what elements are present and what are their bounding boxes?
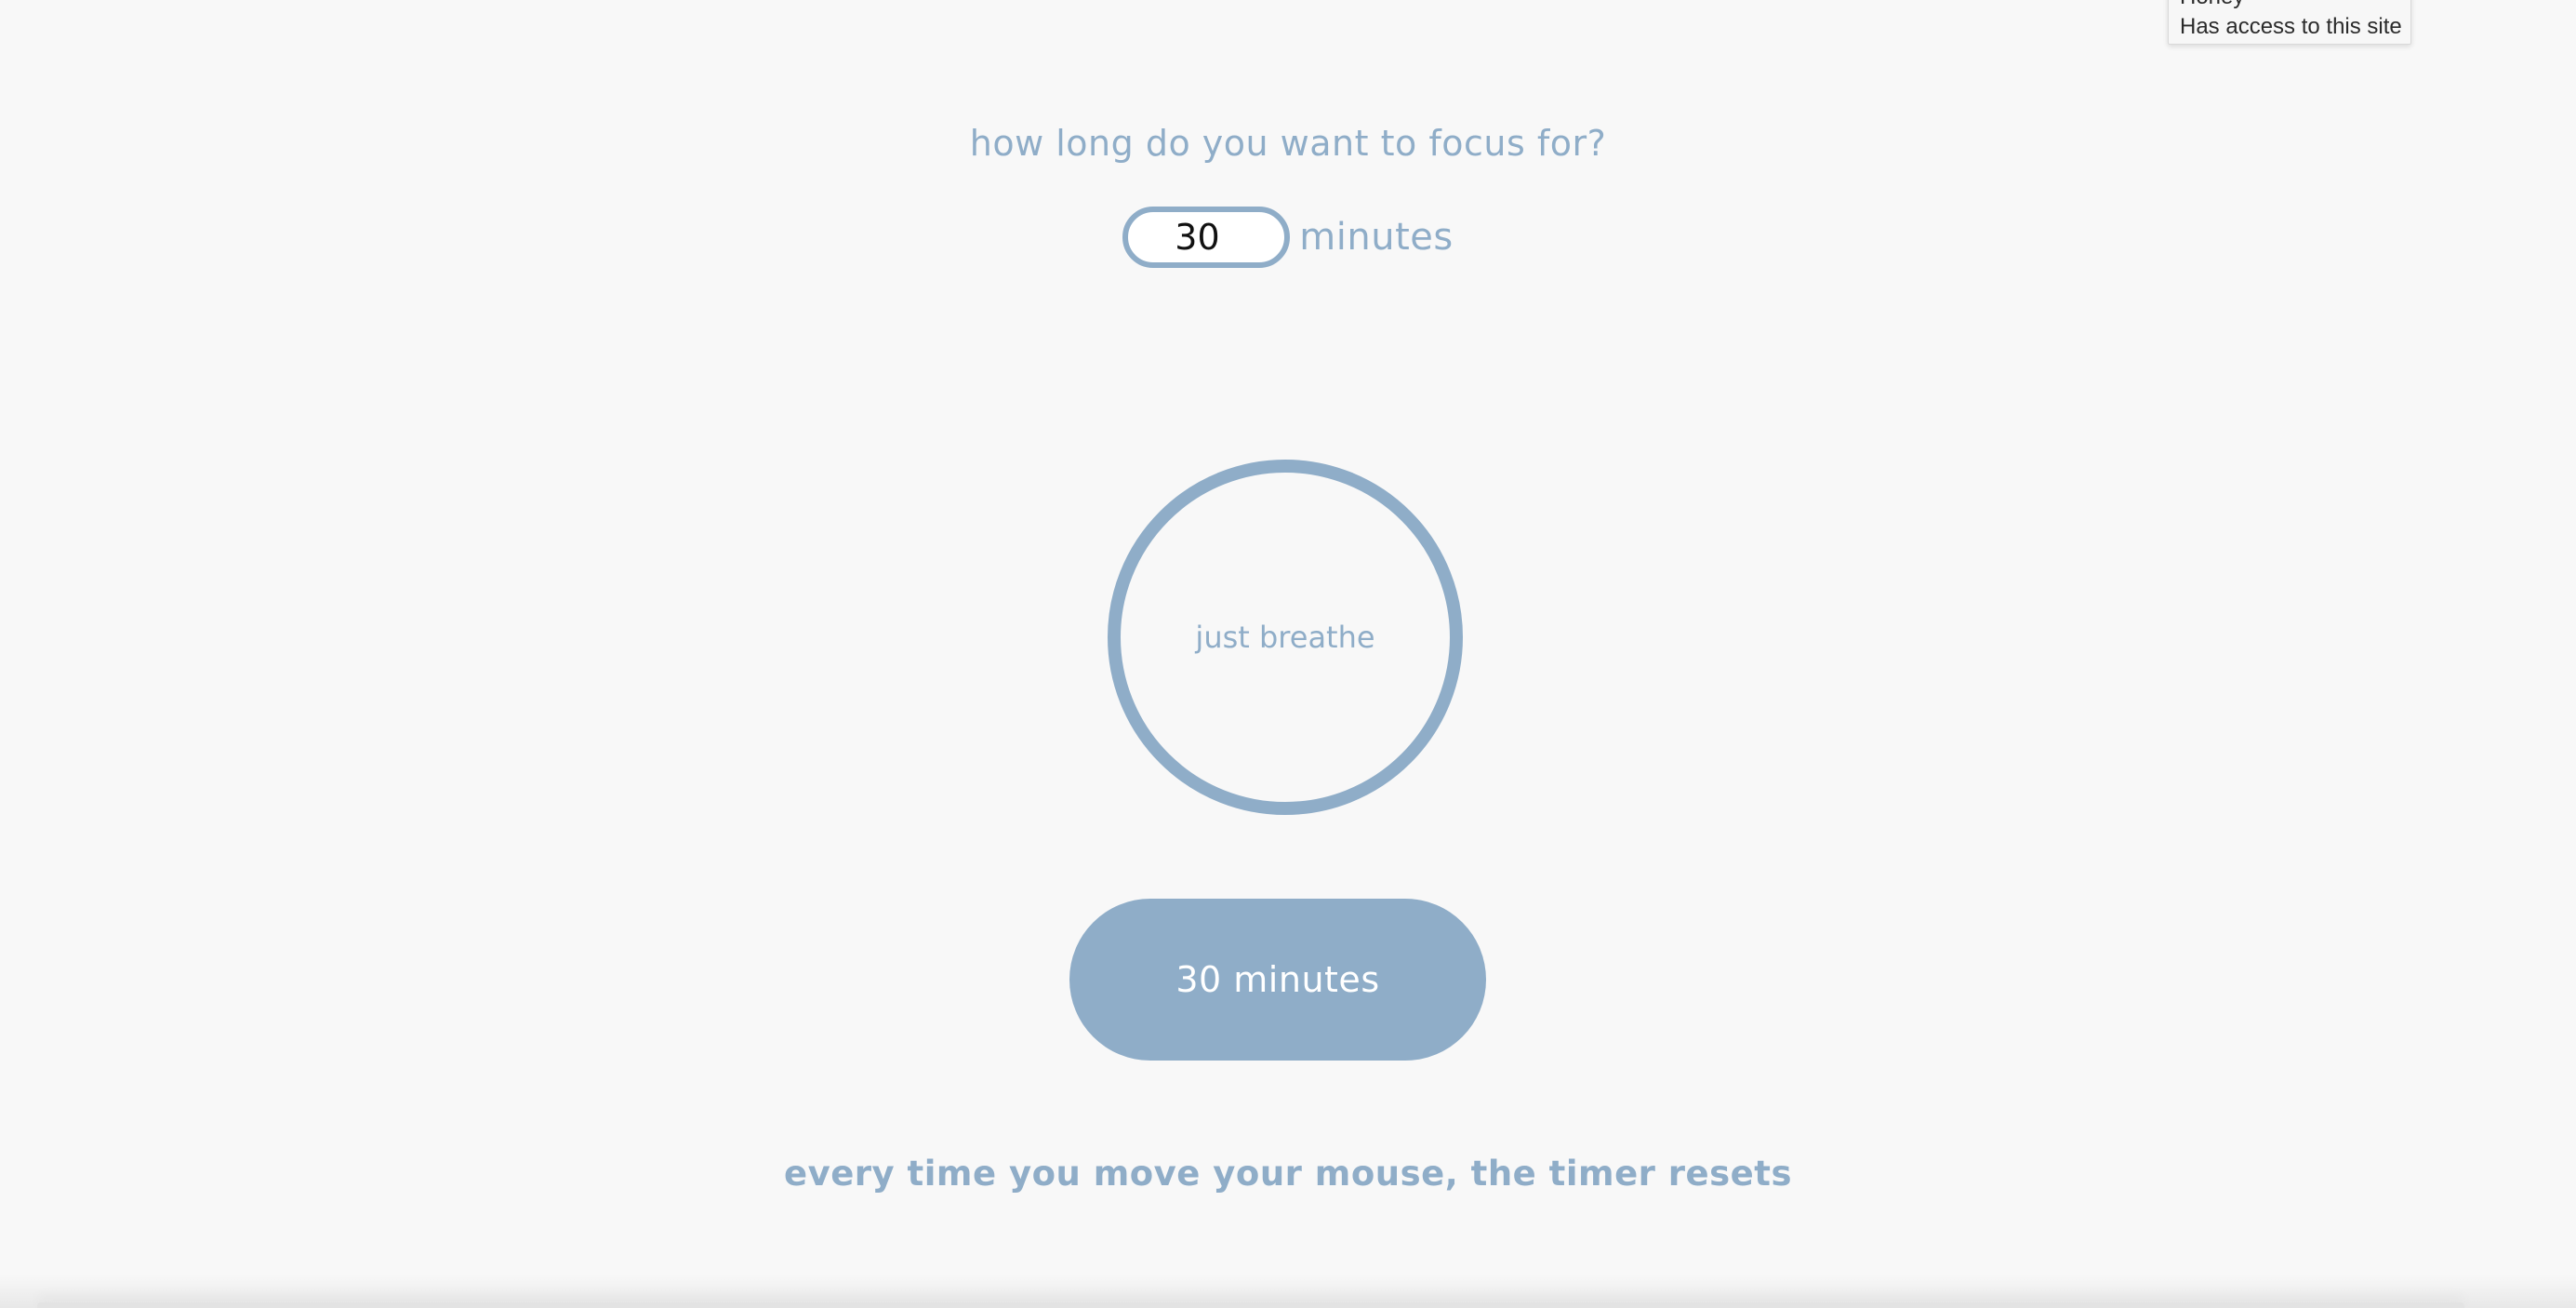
- focus-question: how long do you want to focus for?: [969, 123, 1607, 164]
- timer-reset-hint: every time you move your mouse, the time…: [784, 1154, 1792, 1194]
- breathe-label: just breathe: [1195, 620, 1375, 655]
- breathe-circle: just breathe: [1108, 460, 1463, 815]
- bottom-panel-edge: [37, 1302, 2464, 1308]
- extension-name: Honey: [2180, 0, 2410, 12]
- duration-row: minutes: [0, 201, 2576, 274]
- start-timer-button[interactable]: 30 minutes: [1069, 899, 1486, 1061]
- extension-tooltip: Honey Has access to this site: [2168, 0, 2411, 45]
- minutes-unit-label: minutes: [1299, 216, 1454, 259]
- extension-access-status: Has access to this site: [2180, 14, 2402, 39]
- minutes-input[interactable]: [1122, 207, 1291, 268]
